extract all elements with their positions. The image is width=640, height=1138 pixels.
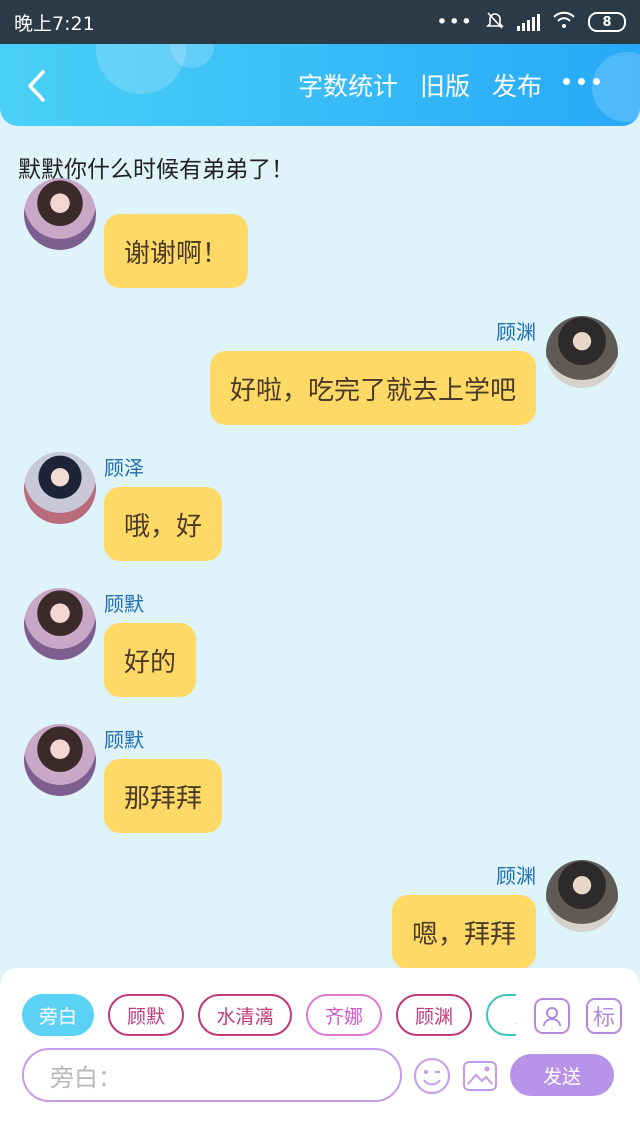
word-count-button[interactable]: 字数统计 <box>298 67 398 103</box>
sender-name: 顾渊 <box>496 864 536 888</box>
composer-panel: 旁白 顾默 水清漓 齐娜 顾渊 王 标 旁白： 发送 <box>0 968 640 1138</box>
message-bubble[interactable]: 谢谢啊！ <box>104 214 249 288</box>
role-tag[interactable]: 顾渊 <box>396 994 472 1036</box>
image-icon[interactable] <box>460 1056 500 1096</box>
mute-bell-icon <box>485 10 505 35</box>
status-bar: 晚上7:21 ••• 8 <box>0 0 640 44</box>
sender-name: 顾默 <box>104 592 144 616</box>
old-version-button[interactable]: 旧版 <box>420 67 470 103</box>
avatar[interactable] <box>24 724 96 796</box>
avatar[interactable] <box>24 588 96 660</box>
message-bubble[interactable]: 哦，好 <box>104 487 223 561</box>
mark-button[interactable]: 标 <box>586 998 622 1034</box>
signal-icon <box>517 13 540 31</box>
battery-icon: 8 <box>588 12 626 32</box>
dots-icon: ••• <box>436 11 473 33</box>
message-bubble[interactable]: 好啦，吃完了就去上学吧 <box>209 351 536 425</box>
smiley-icon[interactable] <box>412 1056 452 1096</box>
role-tag[interactable]: 水清漓 <box>198 994 292 1036</box>
back-button[interactable] <box>18 66 54 106</box>
role-tags[interactable]: 旁白 顾默 水清漓 齐娜 顾渊 王 <box>22 994 516 1038</box>
title-bar: 字数统计 旧版 发布 <box>0 44 640 126</box>
sender-name: 顾默 <box>104 728 144 752</box>
avatar[interactable] <box>24 452 96 524</box>
sender-name: 顾泽 <box>104 456 144 480</box>
role-tag[interactable]: 顾默 <box>108 994 184 1036</box>
chevron-left-icon <box>28 70 45 102</box>
message-bubble[interactable]: 嗯，拜拜 <box>391 895 536 968</box>
wifi-icon <box>552 11 576 34</box>
chat-area[interactable]: 默默你什么时候有弟弟了！ 谢谢啊！ 顾渊 好啦，吃完了就去上学吧 顾泽 哦，好 … <box>0 126 640 968</box>
role-tag[interactable]: 齐娜 <box>306 994 382 1036</box>
more-dots-icon[interactable] <box>563 78 600 85</box>
send-button[interactable]: 发送 <box>510 1054 614 1096</box>
avatar[interactable] <box>546 860 618 932</box>
publish-button[interactable]: 发布 <box>492 67 542 103</box>
status-time: 晚上7:21 <box>14 12 95 35</box>
role-tag[interactable]: 王 <box>486 994 516 1036</box>
avatar[interactable] <box>546 316 618 388</box>
avatar[interactable] <box>24 178 96 250</box>
sender-name: 顾渊 <box>496 320 536 344</box>
role-card-icon[interactable] <box>534 998 570 1034</box>
message-bubble[interactable]: 那拜拜 <box>104 759 223 833</box>
message-bubble[interactable]: 好的 <box>104 623 197 697</box>
role-tag-narrator[interactable]: 旁白 <box>22 994 94 1036</box>
decor-bubble <box>592 52 640 122</box>
message-input[interactable]: 旁白： <box>22 1048 402 1102</box>
